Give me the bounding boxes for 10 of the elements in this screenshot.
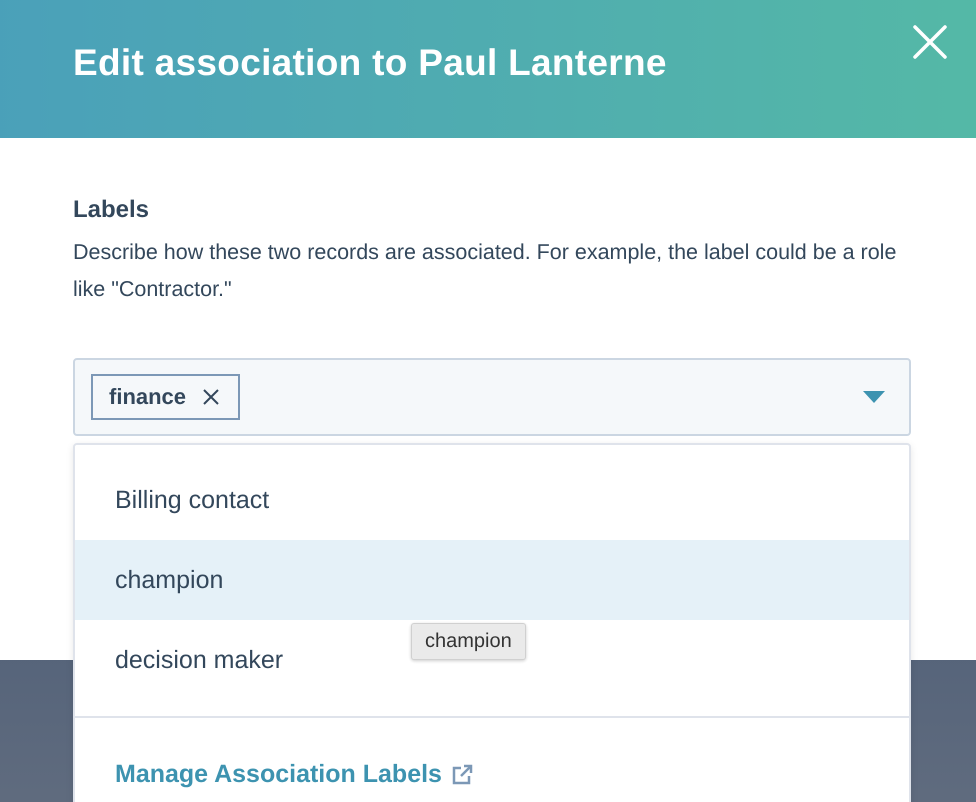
menu-option[interactable]: Billing contact <box>75 460 909 540</box>
tooltip: champion <box>411 623 526 660</box>
dialog-title: Edit association to Paul Lanterne <box>73 42 667 84</box>
manage-labels-link[interactable]: Manage Association Labels <box>115 760 474 789</box>
labels-select[interactable]: finance <box>73 358 911 436</box>
section-description: Describe how these two records are associated. For example, the label could be a role like "Contractor." <box>73 239 898 303</box>
remove-icon[interactable] <box>202 388 220 406</box>
section-heading: Labels <box>73 196 150 224</box>
tag-label: finance <box>109 384 186 410</box>
menu-option[interactable]: champion <box>75 540 909 620</box>
